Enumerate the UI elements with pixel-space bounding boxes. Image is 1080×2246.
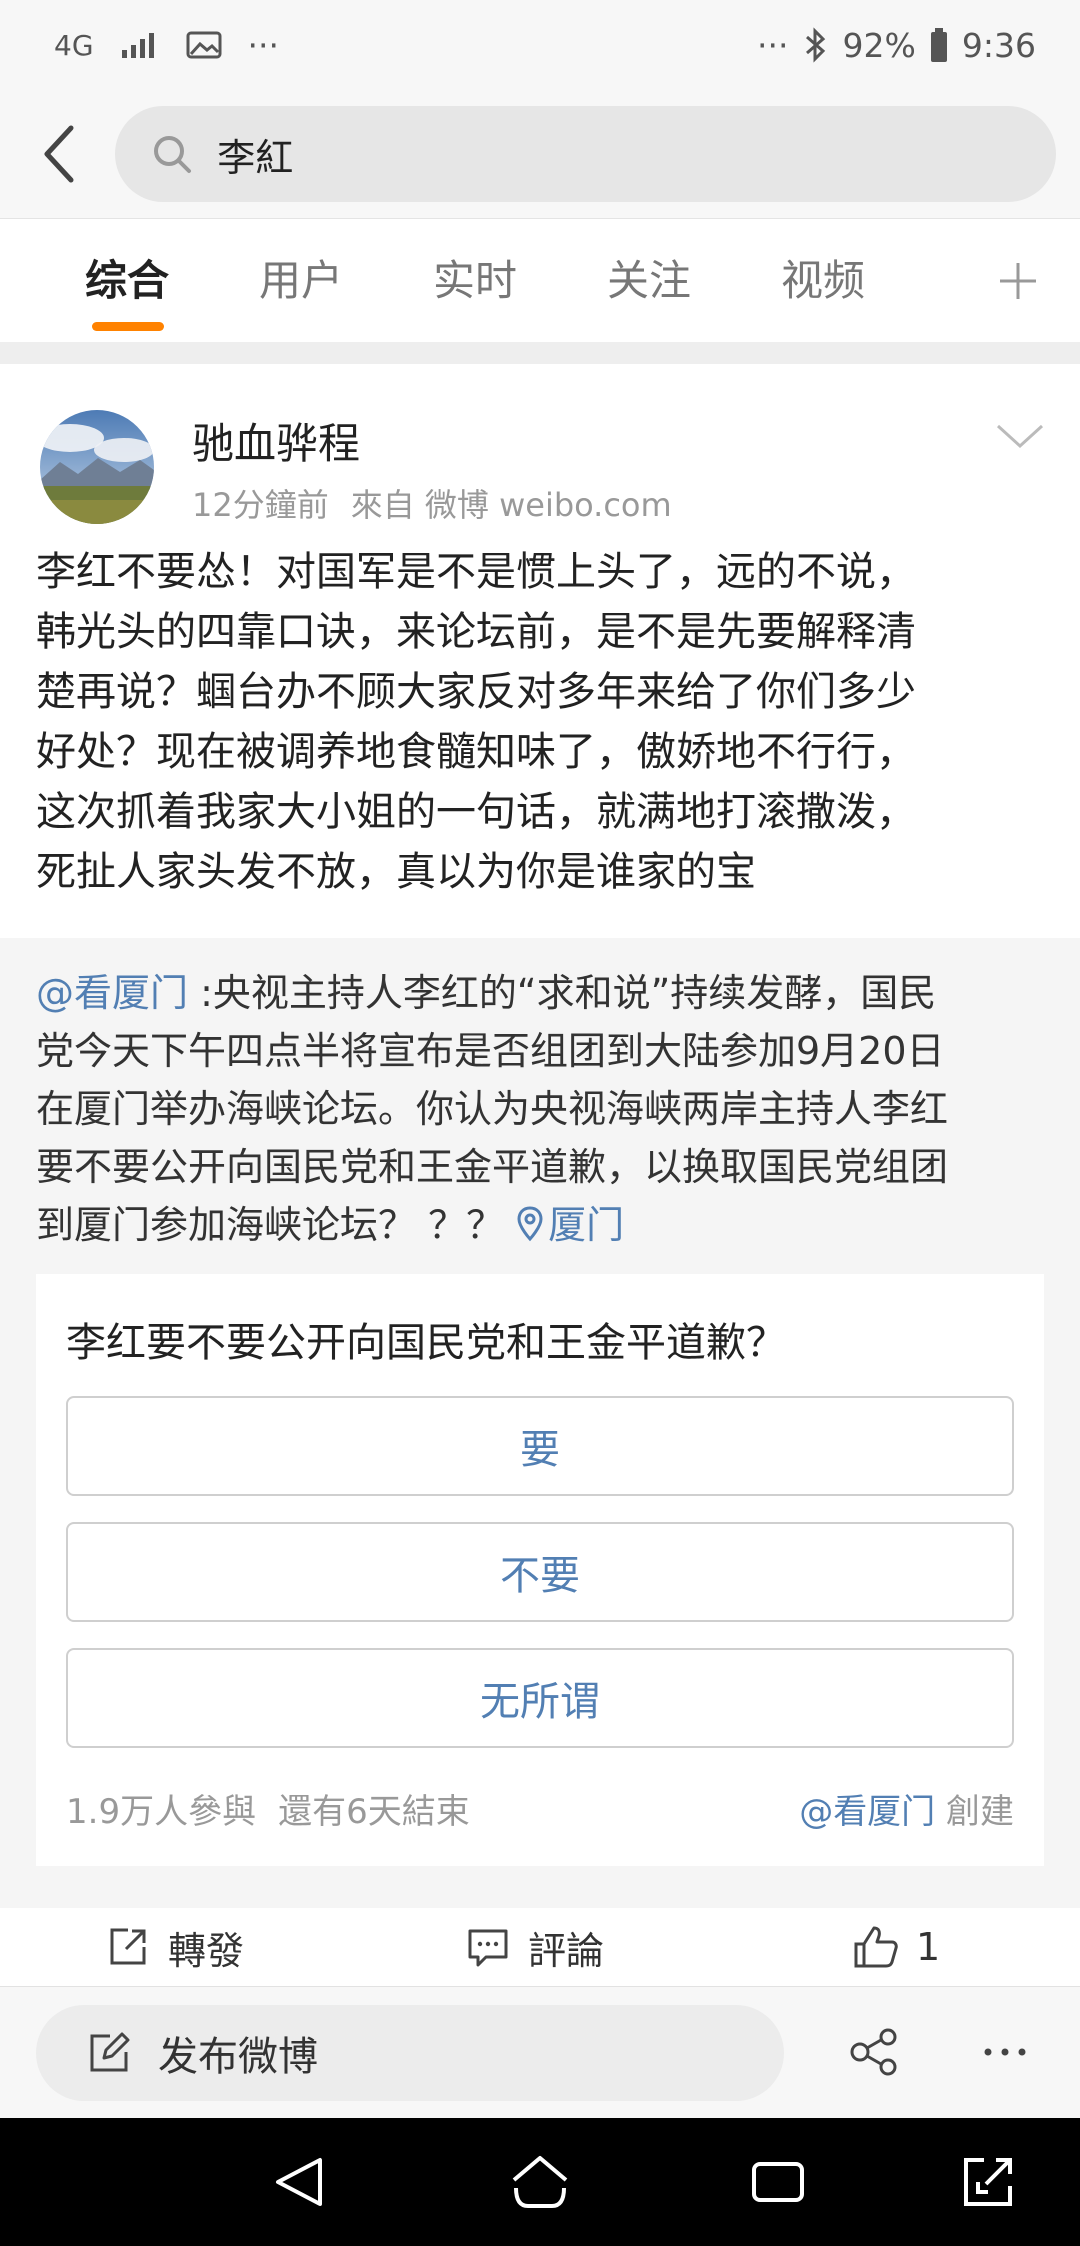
repost-text: @看厦门 :央视主持人李红的“求和说”持续发酵，国民 党今天下午四点半将宣布是否…: [0, 938, 1080, 1254]
post-text-line: 李红不要怂！对国军是不是惯上头了，远的不说，: [36, 549, 916, 595]
like-button[interactable]: 1: [852, 1924, 940, 1970]
back-arrow-icon: [44, 125, 74, 183]
mention-link[interactable]: @看厦门: [36, 971, 188, 1015]
post-text-line: 这次抓着我家大小姐的一句话，就满地打滚撒泼，: [36, 789, 916, 835]
like-count: 1: [916, 1925, 941, 1969]
clock: 9:36: [961, 25, 1036, 65]
status-more-right: ···: [757, 25, 789, 65]
poll-remaining: 還有6天結束: [278, 1792, 470, 1832]
poll-footer: 1.9万人參與 還有6天結束 @看厦门 創建: [66, 1784, 1014, 1833]
nav-back-button[interactable]: [270, 2152, 330, 2216]
compose-label: 发布微博: [158, 2034, 318, 2080]
repost-label: 轉發: [168, 1928, 245, 1973]
recents-icon: [752, 2162, 804, 2202]
author-name[interactable]: 驰血骅程: [192, 410, 360, 471]
repost-text-line: 要不要公开向国民党和王金平道歉，以换取国民党组团: [36, 1145, 949, 1189]
poll-creator-link[interactable]: @看厦门: [799, 1792, 935, 1832]
repost-icon: [110, 1928, 146, 1965]
repost-button[interactable]: 轉發: [106, 1920, 244, 1975]
status-more-left: ···: [247, 25, 279, 65]
location-link[interactable]: 厦门: [516, 1203, 624, 1247]
network-label: 4G: [54, 28, 94, 62]
signal-icon: [121, 33, 154, 58]
comment-icon: [468, 1929, 508, 1967]
post-source: 來自 微博 weibo.com: [350, 486, 672, 524]
poll-question: 李红要不要公开向国民党和王金平道歉？: [66, 1320, 786, 1366]
tab-comprehensive[interactable]: 综合: [40, 219, 214, 343]
search-icon: [154, 136, 192, 173]
tab-users[interactable]: 用户: [214, 219, 388, 343]
search-input[interactable]: 李紅: [115, 106, 1056, 202]
post-time: 12分鐘前: [192, 486, 329, 524]
reposted-content[interactable]: @看厦门 :央视主持人李红的“求和说”持续发酵，国民 党今天下午四点半将宣布是否…: [0, 938, 1080, 1908]
location-label: 厦门: [548, 1203, 625, 1247]
tab-following[interactable]: 关注: [562, 219, 736, 343]
post-menu-button[interactable]: [990, 416, 1050, 456]
compose-weibo-button[interactable]: 发布微博: [36, 2005, 784, 2101]
more-options-button[interactable]: [980, 2027, 1030, 2081]
poll-participants: 1.9万人參與: [66, 1792, 257, 1832]
tab-video[interactable]: 视频: [736, 219, 910, 343]
post-text-line: 韩光头的四靠口诀，来论坛前，是不是先要解释清: [36, 609, 916, 655]
comment-label: 評論: [528, 1928, 605, 1973]
post-header: 驰血骅程 12分鐘前 來自 微博 weibo.com: [0, 364, 1080, 534]
bottom-action-bar: 发布微博: [0, 1986, 1080, 2118]
system-navigation-bar: [0, 2118, 1080, 2246]
search-query: 李紅: [217, 135, 294, 180]
edit-icon: [90, 2032, 130, 2072]
post-actions: 轉發 評論 1: [0, 1908, 1080, 1986]
post-text-line: 好处？现在被调养地食髓知味了，傲娇地不行行，: [36, 729, 916, 775]
share-button[interactable]: [848, 2027, 902, 2081]
poll-created-label: 創建: [935, 1792, 1014, 1832]
triangle-back-icon: [276, 2158, 322, 2206]
back-button[interactable]: [24, 104, 93, 204]
nav-home-button[interactable]: [508, 2152, 572, 2216]
battery-icon: [930, 28, 947, 62]
home-icon: [512, 2156, 568, 2208]
poll-option-no[interactable]: 不要: [66, 1522, 1014, 1622]
poll-option-yes[interactable]: 要: [66, 1396, 1014, 1496]
expand-icon: [964, 2158, 1012, 2206]
location-pin-icon: [517, 1206, 543, 1242]
repost-text-segment: :央视主持人李红的“求和说”持续发酵，国民: [188, 971, 937, 1015]
post-meta: 12分鐘前 來自 微博 weibo.com: [192, 480, 694, 526]
bluetooth-icon: [805, 27, 825, 63]
more-dots-icon: [984, 2048, 1026, 2056]
section-divider: [0, 342, 1080, 364]
tab-realtime[interactable]: 实时: [388, 219, 562, 343]
post-text-line: 楚再说？蝈台办不顾大家反对多年来给了你们多少: [36, 669, 916, 715]
nav-expand-button[interactable]: [958, 2152, 1018, 2216]
avatar[interactable]: [40, 410, 154, 524]
status-bar: 4G ··· ··· 92% 9:36: [0, 0, 1080, 90]
weibo-post: 驰血骅程 12分鐘前 來自 微博 weibo.com 李红不要怂！对国军是不是惯上…: [0, 364, 1080, 1973]
add-tab-button[interactable]: [986, 219, 1050, 343]
avatar-landscape-image: [40, 410, 154, 524]
poll-option-whatever[interactable]: 无所谓: [66, 1648, 1014, 1748]
chevron-down-icon: [996, 424, 1044, 449]
poll-card: 李红要不要公开向国民党和王金平道歉？ 要 不要 无所谓 1.9万人參與 還有6天結…: [36, 1274, 1044, 1866]
post-text-line: 死扯人家头发不放，真以为你是谁家的宝: [36, 849, 756, 895]
comment-button[interactable]: 評論: [466, 1920, 604, 1975]
share-icon: [850, 2028, 897, 2076]
search-tabs: 综合 用户 实时 关注 视频: [0, 218, 1080, 342]
image-icon: [186, 31, 222, 59]
search-header: 李紅: [0, 90, 1080, 218]
repost-text-line: 党今天下午四点半将宣布是否组团到大陆参加9月20日: [36, 1029, 945, 1073]
plus-icon: [1000, 263, 1036, 299]
nav-recents-button[interactable]: [748, 2152, 808, 2216]
post-text: 李红不要怂！对国军是不是惯上头了，远的不说， 韩光头的四靠口诀，来论坛前，是不是…: [0, 542, 1080, 926]
repost-text-line: 在厦门举办海峡论坛。你认为央视海峡两岸主持人李红: [36, 1087, 949, 1131]
battery-percent: 92%: [842, 25, 916, 65]
thumbs-up-icon: [854, 1926, 898, 1968]
repost-text-line: 到厦门参加海峡论坛？ ？？: [36, 1203, 517, 1247]
